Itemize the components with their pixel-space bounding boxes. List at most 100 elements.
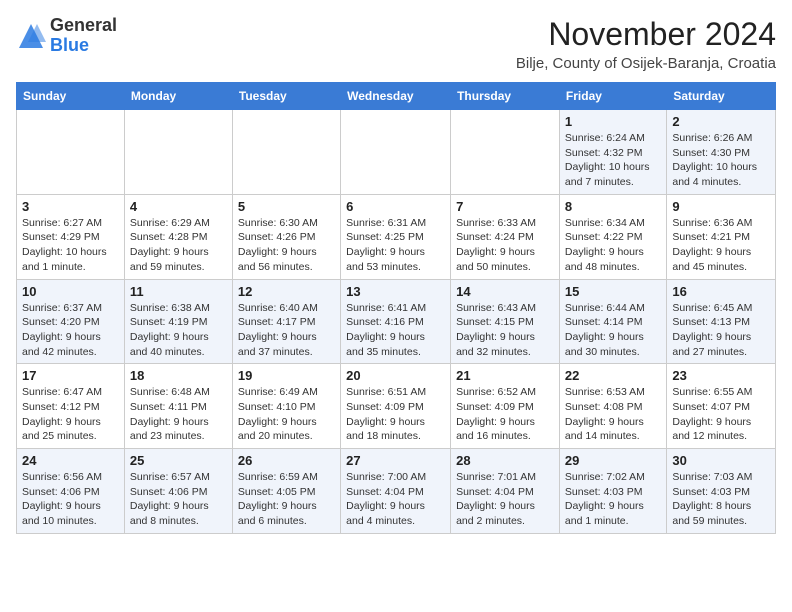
day-info: Sunrise: 6:24 AM Sunset: 4:32 PM Dayligh…: [565, 131, 661, 190]
day-info: Sunrise: 7:01 AM Sunset: 4:04 PM Dayligh…: [456, 470, 554, 529]
day-number: 25: [130, 453, 227, 468]
day-number: 23: [672, 368, 770, 383]
day-info: Sunrise: 6:40 AM Sunset: 4:17 PM Dayligh…: [238, 301, 335, 360]
day-cell: 14Sunrise: 6:43 AM Sunset: 4:15 PM Dayli…: [451, 279, 560, 364]
day-number: 7: [456, 199, 554, 214]
day-cell: 25 Sunrise: 6:57 AM Sunset: 4:06 PM Dayli…: [124, 449, 232, 534]
logo-text: General Blue: [50, 16, 117, 56]
day-number: 21: [456, 368, 554, 383]
day-cell: 12 Sunrise: 6:40 AM Sunset: 4:17 PM Dayli…: [232, 279, 340, 364]
day-info: Sunrise: 6:33 AM Sunset: 4:24 PM Dayligh…: [456, 216, 554, 275]
day-info: Sunrise: 6:52 AM Sunset: 4:09 PM Dayligh…: [456, 385, 554, 444]
day-cell: 23 Sunrise: 6:55 AM Sunset: 4:07 PM Dayli…: [667, 364, 776, 449]
day-cell: 15Sunrise: 6:44 AM Sunset: 4:14 PM Dayli…: [559, 279, 666, 364]
day-info: Sunrise: 6:45 AM Sunset: 4:13 PM Dayligh…: [672, 301, 770, 360]
day-info: Sunrise: 6:34 AM Sunset: 4:22 PM Dayligh…: [565, 216, 661, 275]
day-info: Sunrise: 7:00 AM Sunset: 4:04 PM Dayligh…: [346, 470, 445, 529]
day-number: 9: [672, 199, 770, 214]
day-info: Sunrise: 6:38 AM Sunset: 4:19 PM Dayligh…: [130, 301, 227, 360]
day-number: 2: [672, 114, 770, 129]
day-number: 20: [346, 368, 445, 383]
day-number: 12: [238, 284, 335, 299]
day-number: 27: [346, 453, 445, 468]
day-number: 3: [22, 199, 119, 214]
weekday-row: Sunday Monday Tuesday Wednesday Thursday…: [17, 83, 776, 110]
month-title: November 2024: [516, 16, 776, 53]
logo-icon: [16, 21, 46, 51]
day-cell: 5Sunrise: 6:30 AM Sunset: 4:26 PM Daylig…: [232, 194, 340, 279]
day-info: Sunrise: 6:53 AM Sunset: 4:08 PM Dayligh…: [565, 385, 661, 444]
day-number: 14: [456, 284, 554, 299]
subtitle: Bilje, County of Osijek-Baranja, Croatia: [516, 55, 776, 72]
day-cell: 22 Sunrise: 6:53 AM Sunset: 4:08 PM Dayli…: [559, 364, 666, 449]
day-info: Sunrise: 6:47 AM Sunset: 4:12 PM Dayligh…: [22, 385, 119, 444]
day-cell: 20Sunrise: 6:51 AM Sunset: 4:09 PM Dayli…: [341, 364, 451, 449]
day-info: Sunrise: 6:31 AM Sunset: 4:25 PM Dayligh…: [346, 216, 445, 275]
day-cell: 18 Sunrise: 6:48 AM Sunset: 4:11 PM Dayli…: [124, 364, 232, 449]
calendar-table: Sunday Monday Tuesday Wednesday Thursday…: [16, 82, 776, 534]
day-info: Sunrise: 6:44 AM Sunset: 4:14 PM Dayligh…: [565, 301, 661, 360]
day-cell: [451, 110, 560, 195]
day-number: 29: [565, 453, 661, 468]
day-info: Sunrise: 6:27 AM Sunset: 4:29 PM Dayligh…: [22, 216, 119, 275]
day-number: 24: [22, 453, 119, 468]
day-cell: 17Sunrise: 6:47 AM Sunset: 4:12 PM Dayli…: [17, 364, 125, 449]
col-friday: Friday: [559, 83, 666, 110]
day-info: Sunrise: 6:57 AM Sunset: 4:06 PM Dayligh…: [130, 470, 227, 529]
day-info: Sunrise: 6:48 AM Sunset: 4:11 PM Dayligh…: [130, 385, 227, 444]
day-info: Sunrise: 6:29 AM Sunset: 4:28 PM Dayligh…: [130, 216, 227, 275]
logo-blue-text: Blue: [50, 35, 89, 55]
page-header: General Blue November 2024 Bilje, County…: [16, 16, 776, 72]
day-cell: [17, 110, 125, 195]
day-info: Sunrise: 6:49 AM Sunset: 4:10 PM Dayligh…: [238, 385, 335, 444]
day-cell: 6 Sunrise: 6:31 AM Sunset: 4:25 PM Daylig…: [341, 194, 451, 279]
day-cell: 24Sunrise: 6:56 AM Sunset: 4:06 PM Dayli…: [17, 449, 125, 534]
day-number: 26: [238, 453, 335, 468]
day-info: Sunrise: 6:30 AM Sunset: 4:26 PM Dayligh…: [238, 216, 335, 275]
day-cell: 16 Sunrise: 6:45 AM Sunset: 4:13 PM Dayli…: [667, 279, 776, 364]
day-cell: 21 Sunrise: 6:52 AM Sunset: 4:09 PM Dayli…: [451, 364, 560, 449]
day-cell: 19Sunrise: 6:49 AM Sunset: 4:10 PM Dayli…: [232, 364, 340, 449]
day-cell: 11 Sunrise: 6:38 AM Sunset: 4:19 PM Dayli…: [124, 279, 232, 364]
day-cell: [232, 110, 340, 195]
day-cell: 1Sunrise: 6:24 AM Sunset: 4:32 PM Daylig…: [559, 110, 666, 195]
day-number: 11: [130, 284, 227, 299]
day-number: 18: [130, 368, 227, 383]
day-cell: 8Sunrise: 6:34 AM Sunset: 4:22 PM Daylig…: [559, 194, 666, 279]
day-info: Sunrise: 7:02 AM Sunset: 4:03 PM Dayligh…: [565, 470, 661, 529]
logo-general-text: General: [50, 15, 117, 35]
col-sunday: Sunday: [17, 83, 125, 110]
day-cell: [124, 110, 232, 195]
day-info: Sunrise: 6:36 AM Sunset: 4:21 PM Dayligh…: [672, 216, 770, 275]
calendar-header: Sunday Monday Tuesday Wednesday Thursday…: [17, 83, 776, 110]
day-cell: 29 Sunrise: 7:02 AM Sunset: 4:03 PM Dayli…: [559, 449, 666, 534]
day-cell: 27 Sunrise: 7:00 AM Sunset: 4:04 PM Dayli…: [341, 449, 451, 534]
week-row-5: 24Sunrise: 6:56 AM Sunset: 4:06 PM Dayli…: [17, 449, 776, 534]
day-info: Sunrise: 6:37 AM Sunset: 4:20 PM Dayligh…: [22, 301, 119, 360]
title-block: November 2024 Bilje, County of Osijek-Ba…: [516, 16, 776, 72]
col-wednesday: Wednesday: [341, 83, 451, 110]
day-number: 13: [346, 284, 445, 299]
day-cell: 2 Sunrise: 6:26 AM Sunset: 4:30 PM Daylig…: [667, 110, 776, 195]
logo: General Blue: [16, 16, 117, 56]
day-cell: 28Sunrise: 7:01 AM Sunset: 4:04 PM Dayli…: [451, 449, 560, 534]
day-number: 10: [22, 284, 119, 299]
day-info: Sunrise: 6:59 AM Sunset: 4:05 PM Dayligh…: [238, 470, 335, 529]
day-number: 6: [346, 199, 445, 214]
day-info: Sunrise: 6:26 AM Sunset: 4:30 PM Dayligh…: [672, 131, 770, 190]
day-cell: 4 Sunrise: 6:29 AM Sunset: 4:28 PM Daylig…: [124, 194, 232, 279]
col-saturday: Saturday: [667, 83, 776, 110]
week-row-2: 3 Sunrise: 6:27 AM Sunset: 4:29 PM Daylig…: [17, 194, 776, 279]
day-number: 16: [672, 284, 770, 299]
day-cell: 9 Sunrise: 6:36 AM Sunset: 4:21 PM Daylig…: [667, 194, 776, 279]
day-number: 22: [565, 368, 661, 383]
day-cell: 3 Sunrise: 6:27 AM Sunset: 4:29 PM Daylig…: [17, 194, 125, 279]
day-number: 4: [130, 199, 227, 214]
day-info: Sunrise: 6:41 AM Sunset: 4:16 PM Dayligh…: [346, 301, 445, 360]
col-thursday: Thursday: [451, 83, 560, 110]
week-row-4: 17Sunrise: 6:47 AM Sunset: 4:12 PM Dayli…: [17, 364, 776, 449]
col-tuesday: Tuesday: [232, 83, 340, 110]
day-number: 30: [672, 453, 770, 468]
day-info: Sunrise: 6:55 AM Sunset: 4:07 PM Dayligh…: [672, 385, 770, 444]
day-info: Sunrise: 7:03 AM Sunset: 4:03 PM Dayligh…: [672, 470, 770, 529]
